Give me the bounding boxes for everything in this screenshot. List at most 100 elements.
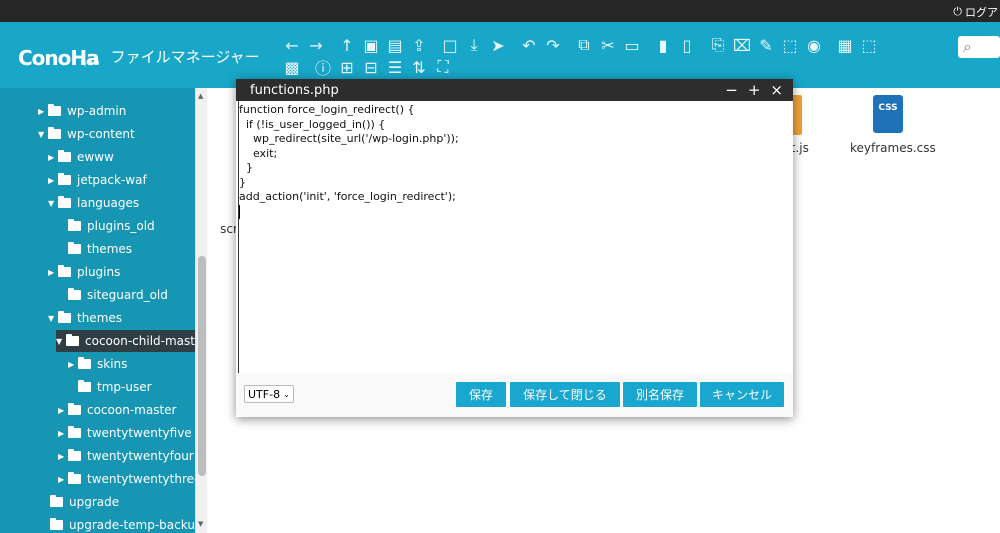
caret-right-icon[interactable]: ▶ xyxy=(38,107,48,116)
sidebar-item-twentytwentyfive[interactable]: ▶ twentytwentyfive xyxy=(58,422,192,444)
sidebar-item-skins[interactable]: ▶ skins xyxy=(68,353,127,375)
sidebar-item-label: wp-admin xyxy=(67,104,127,118)
new-file-icon[interactable]: ▤ xyxy=(384,34,406,56)
new-folder-icon[interactable]: □ xyxy=(439,34,461,56)
sidebar-item-upgrade-temp-backup[interactable]: upgrade-temp-backup xyxy=(40,514,195,533)
code-editor[interactable]: function force_login_redirect() { if (!i… xyxy=(238,101,791,373)
duplicate-icon[interactable]: ⎘ xyxy=(707,34,729,56)
sidebar-item-cocoon-master[interactable]: ▶ cocoon-master xyxy=(58,399,176,421)
save-as-button[interactable]: 別名保存 xyxy=(623,382,697,407)
save-and-close-button[interactable]: 保存して閉じる xyxy=(510,382,620,407)
logout-link[interactable]: ⏻ ログア xyxy=(953,4,1000,20)
search-box[interactable]: ⌕ xyxy=(958,36,1000,58)
dialog-titlebar[interactable]: functions.php − + × xyxy=(236,79,793,101)
caret-down-icon[interactable]: ▼ xyxy=(38,130,48,139)
folder-icon xyxy=(68,288,81,300)
sidebar-item-wp-content[interactable]: ▼ wp-content xyxy=(38,123,135,145)
sidebar-item-twentytwentythree[interactable]: ▶ twentytwentythree xyxy=(58,468,195,490)
invert-selection-icon[interactable]: ▩ xyxy=(281,56,303,78)
sidebar-item-label: twentytwentyfour xyxy=(87,449,194,463)
sidebar-item-ewww[interactable]: ▶ ewww xyxy=(48,146,114,168)
copy-icon[interactable]: ⧉ xyxy=(573,34,595,56)
search-icon: ⌕ xyxy=(963,37,972,56)
archive-icon[interactable]: ⊟ xyxy=(360,56,382,78)
sidebar-item-upgrade[interactable]: upgrade xyxy=(40,491,119,513)
folder-icon xyxy=(50,518,63,530)
caret-right-icon[interactable]: ▶ xyxy=(58,429,68,438)
view-list-icon[interactable]: ☰ xyxy=(384,56,406,78)
undo-icon[interactable]: ↶ xyxy=(518,34,540,56)
cut-icon[interactable]: ✂ xyxy=(597,34,619,56)
toolbar: ← → ↑ ▣ ▤ ⇪ □ ⤓ ➤ ↶ ↷ ⧉ ✂ ▭ ▮ ▯ ⎘ ⌧ ✎ ⬚ … xyxy=(280,34,900,78)
upload-icon[interactable]: ⇪ xyxy=(408,34,430,56)
reload-folder-icon[interactable]: ▣ xyxy=(360,34,382,56)
sidebar-item-label: cocoon-master xyxy=(87,403,177,417)
caret-right-icon[interactable]: ▶ xyxy=(58,475,68,484)
chevron-down-icon: ⌄ xyxy=(283,389,290,399)
close-icon[interactable]: × xyxy=(770,81,783,99)
sidebar-scrollbar[interactable]: ▲ ▼ xyxy=(195,88,207,533)
caret-down-icon[interactable]: ▼ xyxy=(48,314,58,323)
sidebar-item-languages[interactable]: ▼ languages xyxy=(48,192,139,214)
sidebar-item-themes[interactable]: themes xyxy=(58,238,132,260)
up-icon[interactable]: ↑ xyxy=(336,34,358,56)
code-line: } xyxy=(239,161,253,174)
fullscreen-icon[interactable]: ⛶ xyxy=(432,56,454,78)
sidebar-item-label: upgrade xyxy=(69,495,120,509)
folder-icon xyxy=(78,357,91,369)
download-icon[interactable]: ⤓ xyxy=(463,34,485,56)
caret-right-icon[interactable]: ▶ xyxy=(58,406,68,415)
empty-icon[interactable]: ▯ xyxy=(676,34,698,56)
back-icon[interactable]: ← xyxy=(281,34,303,56)
preview-icon[interactable]: ◉ xyxy=(803,34,825,56)
save-button[interactable]: 保存 xyxy=(456,382,506,407)
sidebar-item-themes[interactable]: ▼ themes xyxy=(48,307,122,329)
edit-icon[interactable]: ✎ xyxy=(755,34,777,56)
sidebar-item-tmp-user[interactable]: tmp-user xyxy=(68,376,152,398)
caret-right-icon[interactable]: ▶ xyxy=(48,268,58,277)
caret-down-icon[interactable]: ▼ xyxy=(48,199,58,208)
rename-icon[interactable]: ⌧ xyxy=(731,34,753,56)
css-file-icon[interactable]: CSS xyxy=(873,95,903,133)
select-none-icon[interactable]: ⬚ xyxy=(858,34,880,56)
cancel-button[interactable]: キャンセル xyxy=(700,382,784,407)
sidebar-item-siteguard-old[interactable]: siteguard_old xyxy=(58,284,168,306)
scrollbar-thumb[interactable] xyxy=(198,256,206,476)
sort-icon[interactable]: ⇅ xyxy=(408,56,430,78)
caret-right-icon[interactable]: ▶ xyxy=(48,176,58,185)
folder-icon xyxy=(68,242,81,254)
sidebar-item-plugins-old[interactable]: plugins_old xyxy=(58,215,155,237)
resize-icon[interactable]: ⬚ xyxy=(779,34,801,56)
info-icon[interactable]: ⓘ xyxy=(312,56,334,78)
redo-icon[interactable]: ↷ xyxy=(542,34,564,56)
scroll-up-arrow[interactable]: ▲ xyxy=(198,92,203,100)
code-line: add_action('init', 'force_login_redirect… xyxy=(239,190,456,203)
folder-icon xyxy=(50,495,63,507)
minimize-icon[interactable]: − xyxy=(725,81,738,99)
caret-right-icon[interactable]: ▶ xyxy=(58,452,68,461)
caret-right-icon[interactable]: ▶ xyxy=(68,360,78,369)
delete-icon[interactable]: ▮ xyxy=(652,34,674,56)
sidebar-item-label: twentytwentythree xyxy=(87,472,195,486)
select-all-icon[interactable]: ▦ xyxy=(834,34,856,56)
forward-icon[interactable]: → xyxy=(305,34,327,56)
encoding-select[interactable]: UTF-8 ⌄ xyxy=(244,385,294,403)
sidebar-item-label: skins xyxy=(97,357,128,371)
caret-right-icon[interactable]: ▶ xyxy=(48,153,58,162)
select-icon[interactable]: ➤ xyxy=(487,34,509,56)
sidebar-item-plugins[interactable]: ▶ plugins xyxy=(48,261,120,283)
sidebar-item-twentytwentyfour[interactable]: ▶ twentytwentyfour xyxy=(58,445,194,467)
sidebar-item-jetpack-waf[interactable]: ▶ jetpack-waf xyxy=(48,169,147,191)
maximize-icon[interactable]: + xyxy=(748,81,761,99)
paste-icon[interactable]: ▭ xyxy=(621,34,643,56)
folder-icon xyxy=(68,403,81,415)
sidebar-item-wp-admin[interactable]: ▶ wp-admin xyxy=(38,100,126,122)
extract-icon[interactable]: ⊞ xyxy=(336,56,358,78)
caret-down-icon[interactable]: ▼ xyxy=(56,337,66,346)
scroll-down-arrow[interactable]: ▼ xyxy=(198,520,203,528)
sidebar-item-cocoon-child-master[interactable]: ▼ cocoon-child-master xyxy=(56,330,195,352)
folder-icon xyxy=(68,472,81,484)
brand: ConoHaby GMO ファイルマネージャー xyxy=(18,42,260,70)
sidebar-item-label: plugins_old xyxy=(87,219,155,233)
folder-icon xyxy=(68,426,81,438)
